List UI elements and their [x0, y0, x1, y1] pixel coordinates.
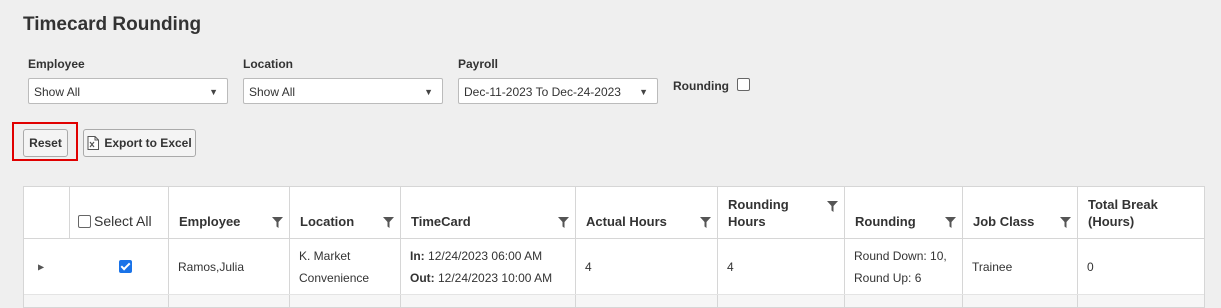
rounding-hours-value: 4 — [727, 259, 734, 274]
column-header-actual-hours[interactable]: Actual Hours — [576, 187, 718, 238]
export-to-excel-button[interactable]: Export to Excel — [83, 129, 196, 157]
column-header-timecard[interactable]: TimeCard — [401, 187, 576, 238]
column-header-location[interactable]: Location — [290, 187, 401, 238]
timecard-text: In: 12/24/2023 06:00 AM Out: 12/24/2023 … — [410, 245, 552, 289]
location-cell: K. Market Convenience — [290, 239, 401, 294]
page-title: Timecard Rounding — [23, 14, 202, 35]
actual-hours-cell: 4 — [576, 239, 718, 294]
payroll-select[interactable]: Dec-11-2023 To Dec-24-2023 ▼ — [458, 78, 658, 104]
timecard-grid: Select All Employee Location TimeCard Ac… — [23, 186, 1205, 308]
location-filter-label: Location — [243, 57, 293, 71]
location-select[interactable]: Show All ▼ — [243, 78, 443, 104]
column-header-label: Location — [300, 214, 355, 229]
reset-button[interactable]: Reset — [23, 129, 68, 157]
column-header-line: Total Break — [1088, 197, 1158, 212]
location-line: Convenience — [299, 270, 370, 285]
rounding-cell: Round Down: 10, Round Up: 6 — [845, 239, 963, 294]
rounding-cell — [845, 295, 963, 307]
employee-cell: Ramos,Julia — [169, 239, 290, 294]
location-line: K. Market — [299, 248, 351, 263]
payroll-filter-label: Payroll — [458, 57, 499, 71]
total-break-value: 0 — [1087, 259, 1094, 274]
expand-cell[interactable]: ▶ — [24, 239, 70, 294]
rounding-text: Round Down: 10, Round Up: 6 — [854, 245, 947, 289]
column-header-label: Job Class — [973, 214, 1035, 229]
rounding-checkbox[interactable] — [737, 78, 750, 91]
filter-icon[interactable] — [1060, 217, 1071, 228]
out-label: Out: — [410, 270, 435, 285]
total-break-cell: 0 — [1078, 239, 1204, 294]
filter-icon[interactable] — [272, 217, 283, 228]
table-row[interactable] — [24, 295, 1204, 307]
column-header-rounding[interactable]: Rounding — [845, 187, 963, 238]
location-text: K. Market Convenience — [299, 245, 369, 289]
rounding-line: Round Up: 6 — [854, 270, 922, 285]
payroll-select-value: Dec-11-2023 To Dec-24-2023 — [464, 85, 621, 99]
rounding-hours-cell — [718, 295, 845, 307]
actual-hours-value: 4 — [585, 259, 592, 274]
table-row[interactable]: ▶ Ramos,Julia K. Market Convenience In: … — [24, 239, 1204, 295]
row-select-cell[interactable] — [70, 295, 169, 307]
rounding-hours-cell: 4 — [718, 239, 845, 294]
column-header-label: Employee — [179, 214, 241, 229]
out-value: 12/24/2023 10:00 AM — [438, 270, 553, 285]
column-header-total-break[interactable]: Total Break (Hours) — [1078, 187, 1204, 238]
column-header-line: Rounding — [728, 197, 789, 212]
employee-select-value: Show All — [34, 85, 81, 99]
rounding-label: Rounding — [673, 79, 729, 93]
filter-icon[interactable] — [945, 217, 956, 228]
job-class-value: Trainee — [972, 259, 1013, 274]
column-header-job-class[interactable]: Job Class — [963, 187, 1078, 238]
select-all-label: Select All — [94, 213, 152, 229]
in-label: In: — [410, 248, 425, 263]
column-header-label: TimeCard — [411, 214, 471, 229]
column-header-label: Rounding — [855, 214, 916, 229]
chevron-down-icon: ▼ — [209, 87, 218, 97]
column-header-label: Total Break (Hours) — [1088, 196, 1158, 230]
job-class-cell — [963, 295, 1078, 307]
timecard-cell: In: 12/24/2023 06:00 AM Out: 12/24/2023 … — [401, 239, 576, 294]
rounding-line: Round Down: 10, — [854, 248, 947, 263]
export-button-label: Export to Excel — [104, 136, 192, 150]
column-header-label: Rounding Hours — [728, 196, 789, 230]
reset-button-label: Reset — [29, 136, 62, 150]
timecard-cell — [401, 295, 576, 307]
column-header-employee[interactable]: Employee — [169, 187, 290, 238]
expand-cell[interactable] — [24, 295, 70, 307]
actual-hours-cell — [576, 295, 718, 307]
filter-icon[interactable] — [383, 217, 394, 228]
column-header-rounding-hours[interactable]: Rounding Hours — [718, 187, 845, 238]
filter-icon[interactable] — [827, 201, 838, 212]
total-break-cell — [1078, 295, 1204, 307]
excel-icon — [87, 136, 100, 150]
employee-select[interactable]: Show All ▼ — [28, 78, 228, 104]
employee-cell — [169, 295, 290, 307]
location-cell — [290, 295, 401, 307]
select-all-header: Select All — [70, 187, 169, 238]
row-select-checkbox[interactable] — [119, 260, 132, 273]
select-all-checkbox[interactable] — [78, 214, 91, 228]
filter-icon[interactable] — [700, 217, 711, 228]
in-value: 12/24/2023 06:00 AM — [428, 248, 543, 263]
chevron-down-icon: ▼ — [424, 87, 433, 97]
column-header-line: Hours — [728, 214, 766, 229]
filter-icon[interactable] — [558, 217, 569, 228]
expand-column-header — [24, 187, 70, 238]
location-select-value: Show All — [249, 85, 296, 99]
employee-filter-label: Employee — [28, 57, 85, 71]
column-header-label: Actual Hours — [586, 214, 667, 229]
employee-name: Ramos,Julia — [178, 259, 245, 274]
row-select-cell[interactable] — [70, 239, 169, 294]
grid-header-row: Select All Employee Location TimeCard Ac… — [24, 187, 1204, 239]
chevron-down-icon: ▼ — [639, 87, 648, 97]
expand-arrow-icon[interactable]: ▶ — [38, 262, 44, 271]
job-class-cell: Trainee — [963, 239, 1078, 294]
column-header-line: (Hours) — [1088, 214, 1135, 229]
